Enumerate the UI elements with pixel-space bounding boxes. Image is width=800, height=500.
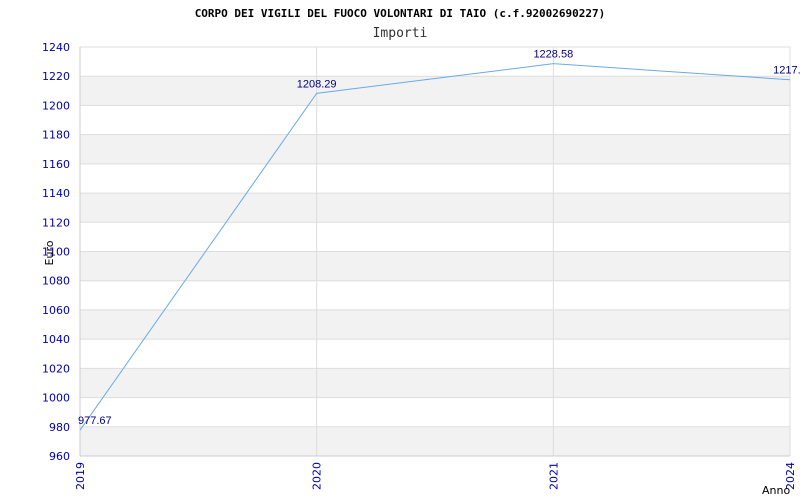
y-tick-label: 960 [49,450,70,463]
x-tick-label: 2020 [311,462,324,490]
y-tick-label: 1240 [42,41,70,54]
x-tick-label: 2021 [547,462,560,490]
y-tick-label: 1200 [42,99,70,112]
grid-band [80,426,790,456]
y-tick-label: 1160 [42,158,70,171]
grid-bands [80,76,790,456]
y-tick-label: 1180 [42,129,70,142]
grid-band [80,193,790,223]
x-axis-ticks: 2019 2020 2021 2024 [74,462,797,490]
y-tick-label: 1080 [42,275,70,288]
y-tick-label: 1220 [42,70,70,83]
grid-band [80,134,790,164]
grid-band [80,251,790,281]
y-tick-label: 1120 [42,216,70,229]
y-tick-label: 1000 [42,392,70,405]
y-tick-label: 980 [49,421,70,434]
line-chart: CORPO DEI VIGILI DEL FUOCO VOLONTARI DI … [42,7,800,497]
data-label: 977.67 [78,415,112,427]
chart-subtitle: Importi [373,26,428,41]
y-axis-label: Euro [43,240,56,265]
chart-title: CORPO DEI VIGILI DEL FUOCO VOLONTARI DI … [195,7,606,20]
data-label: 1208.29 [297,78,337,90]
data-label: 1228.58 [533,49,573,61]
y-tick-label: 1140 [42,187,70,200]
grid-band [80,309,790,340]
grid-band [80,76,790,106]
y-tick-label: 1040 [42,333,70,346]
data-label: 1217.6 [773,65,800,77]
grid-band [80,368,790,398]
x-axis-label: Anno [762,484,790,497]
x-tick-label: 2019 [74,462,87,490]
y-tick-label: 1060 [42,304,70,317]
y-tick-label: 1020 [42,362,70,375]
